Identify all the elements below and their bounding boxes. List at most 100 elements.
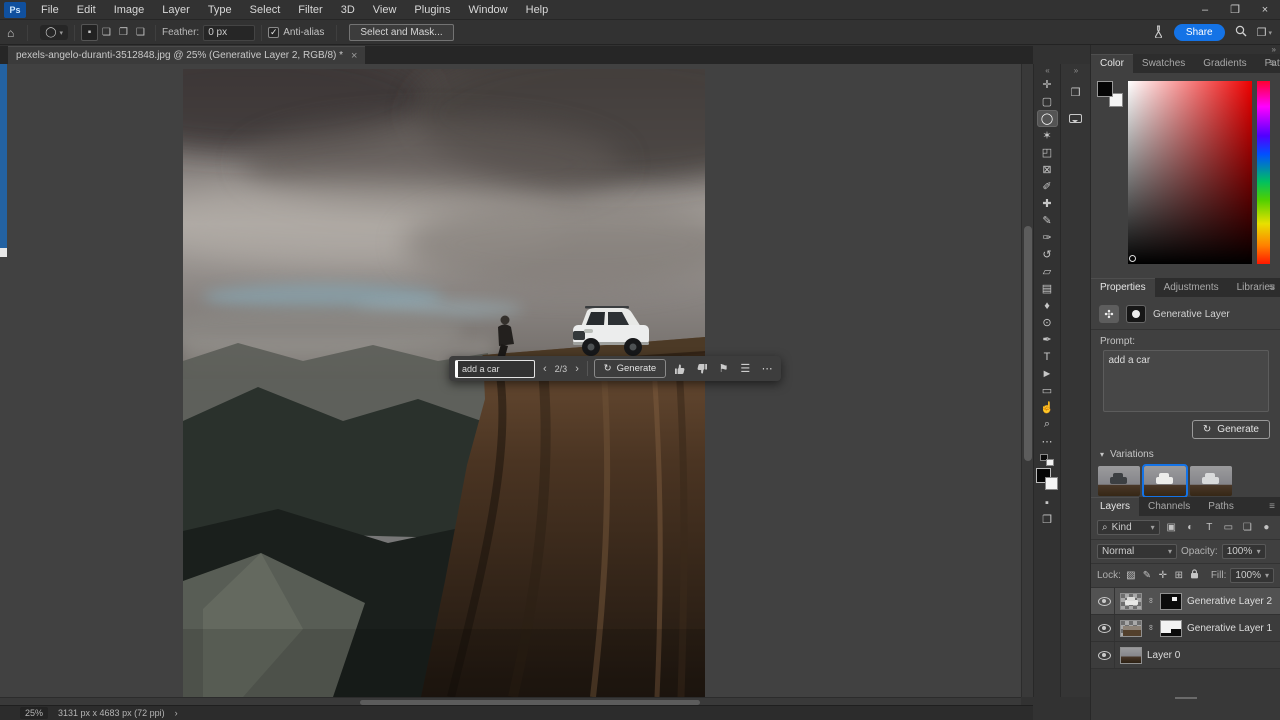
menu-select[interactable]: Select <box>241 0 290 20</box>
minimize-button[interactable]: – <box>1190 0 1220 20</box>
anti-alias-checkbox[interactable]: ✓ <box>268 27 280 38</box>
layer-thumbnail[interactable] <box>1120 619 1142 637</box>
variation-3[interactable] <box>1190 466 1232 496</box>
settings-sliders-icon[interactable]: ☰ <box>737 362 753 375</box>
next-variation-button[interactable]: › <box>573 363 581 375</box>
panel-menu-icon[interactable]: ≡ <box>1269 282 1275 293</box>
tab-properties[interactable]: Properties <box>1091 278 1155 297</box>
layer-mask-thumbnail[interactable] <box>1160 592 1182 610</box>
tab-adjustments[interactable]: Adjustments <box>1155 279 1228 297</box>
workspace-switcher[interactable]: ❐ ▾ <box>1257 26 1272 39</box>
comments-panel-icon[interactable] <box>1065 108 1087 128</box>
generate-button[interactable]: ↻ Generate <box>593 359 667 378</box>
status-chevron-icon[interactable]: › <box>175 708 178 718</box>
gen-prompt-input[interactable] <box>455 359 535 378</box>
quick-mask-button[interactable]: ▪ <box>1037 494 1058 511</box>
eraser-tool[interactable]: ▱ <box>1037 263 1058 280</box>
document-tab[interactable]: pexels-angelo-duranti-3512848.jpg @ 25% … <box>8 46 366 64</box>
thumbs-up-icon[interactable] <box>672 363 688 375</box>
layer-mask-thumbnail[interactable] <box>1160 619 1182 637</box>
menu-filter[interactable]: Filter <box>289 0 331 20</box>
tab-patterns[interactable]: Patterns <box>1256 55 1280 73</box>
filter-smart-objects-icon[interactable]: ❏ <box>1240 522 1255 533</box>
visibility-toggle[interactable] <box>1095 588 1115 614</box>
menu-type[interactable]: Type <box>199 0 241 20</box>
default-colors-icon[interactable] <box>1040 454 1054 466</box>
select-and-mask-button[interactable]: Select and Mask... <box>349 24 454 41</box>
share-button[interactable]: Share <box>1173 24 1225 41</box>
hand-tool[interactable]: ☝ <box>1037 399 1058 416</box>
layer-row-generative-layer-1[interactable]: ∞ Generative Layer 1 <box>1091 615 1280 642</box>
scrollbar-thumb[interactable] <box>1024 226 1032 461</box>
rectangle-tool[interactable]: ▭ <box>1037 382 1058 399</box>
generate-button-panel[interactable]: ↻ Generate <box>1191 420 1270 439</box>
zoom-tool[interactable]: ⌕ <box>1037 416 1058 433</box>
close-button[interactable]: × <box>1250 0 1280 20</box>
history-panel-icon[interactable]: ❒ <box>1065 82 1087 102</box>
tab-layers[interactable]: Layers <box>1091 497 1140 516</box>
eyedropper-tool[interactable]: ✐ <box>1037 178 1058 195</box>
active-tool-preview[interactable]: ◯ ▾ <box>40 25 68 40</box>
lock-all-icon[interactable] <box>1189 569 1201 582</box>
marquee-tool[interactable]: ▢ <box>1037 93 1058 110</box>
variations-header[interactable]: ▾ Variations <box>1091 439 1280 466</box>
foreground-background-swatches[interactable] <box>1036 468 1058 490</box>
hue-slider[interactable] <box>1257 81 1270 264</box>
tab-color[interactable]: Color <box>1091 54 1133 73</box>
variation-1[interactable] <box>1098 466 1140 496</box>
pen-tool[interactable]: ✒ <box>1037 331 1058 348</box>
lock-pixels-icon[interactable]: ✎ <box>1141 570 1153 581</box>
close-tab-icon[interactable]: × <box>351 50 357 62</box>
layer-thumbnail[interactable] <box>1120 592 1142 610</box>
kind-filter-dropdown[interactable]: ⌕ Kind ▾ <box>1097 520 1160 535</box>
selection-mode-new[interactable]: ▪ <box>80 24 98 41</box>
lock-transparency-icon[interactable]: ▨ <box>1125 570 1137 581</box>
filter-shape-layers-icon[interactable]: ▭ <box>1221 522 1236 533</box>
restore-button[interactable]: ❐ <box>1220 0 1250 20</box>
beaker-icon[interactable] <box>1153 24 1164 41</box>
tab-channels[interactable]: Channels <box>1139 498 1199 516</box>
more-options-icon[interactable]: ⋯ <box>759 362 775 375</box>
menu-edit[interactable]: Edit <box>68 0 105 20</box>
menu-help[interactable]: Help <box>517 0 558 20</box>
color-cursor[interactable] <box>1129 255 1136 262</box>
collapse-panels-icon[interactable]: » <box>1074 66 1079 76</box>
collapse-dock-icon[interactable]: » <box>1272 45 1276 54</box>
tab-swatches[interactable]: Swatches <box>1133 55 1194 73</box>
edit-toolbar-icon[interactable]: ⋯ <box>1037 433 1058 450</box>
frame-tool[interactable]: ⊠ <box>1037 161 1058 178</box>
path-select-tool[interactable]: ► <box>1037 365 1058 382</box>
layer-row-layer-0[interactable]: Layer 0 <box>1091 642 1280 669</box>
panel-menu-icon[interactable]: ≡ <box>1269 58 1275 69</box>
screen-mode-button[interactable]: ❐ <box>1037 511 1058 528</box>
layer-row-generative-layer-2[interactable]: ∞ Generative Layer 2 <box>1091 588 1280 615</box>
previous-variation-button[interactable]: ‹ <box>541 363 549 375</box>
color-swatches-fg-bg[interactable] <box>1097 81 1123 107</box>
thumbs-down-icon[interactable] <box>694 363 710 375</box>
healing-brush-tool[interactable]: ✚ <box>1037 195 1058 212</box>
crop-tool[interactable]: ◰ <box>1037 144 1058 161</box>
selection-mode-subtract[interactable]: ❐ <box>115 24 132 41</box>
tab-gradients[interactable]: Gradients <box>1194 55 1255 73</box>
lock-position-icon[interactable]: ✛ <box>1157 570 1169 581</box>
filter-pixel-layers-icon[interactable]: ▣ <box>1164 522 1179 533</box>
menu-layer[interactable]: Layer <box>153 0 199 20</box>
canvas-vertical-scrollbar[interactable] <box>1021 64 1033 697</box>
menu-view[interactable]: View <box>364 0 406 20</box>
selection-mode-intersect[interactable]: ❑ <box>132 24 149 41</box>
lasso-tool[interactable]: ◯ <box>1036 110 1058 127</box>
visibility-toggle[interactable] <box>1095 615 1115 641</box>
filter-type-layers-icon[interactable]: T <box>1202 522 1217 533</box>
layers-scroll-grip[interactable] <box>1174 697 1197 699</box>
layer-thumbnail[interactable] <box>1120 646 1142 664</box>
lock-artboard-icon[interactable]: ⊞ <box>1173 570 1185 581</box>
panel-menu-icon[interactable]: ≡ <box>1269 501 1275 512</box>
menu-file[interactable]: File <box>32 0 68 20</box>
opacity-dropdown[interactable]: 100% ▾ <box>1221 544 1266 559</box>
menu-plugins[interactable]: Plugins <box>405 0 459 20</box>
variation-2-selected[interactable] <box>1142 464 1188 498</box>
clone-stamp-tool[interactable]: ✑ <box>1037 229 1058 246</box>
dodge-tool[interactable]: ⊙ <box>1037 314 1058 331</box>
zoom-level[interactable]: 25% <box>20 707 49 719</box>
prompt-textarea[interactable]: add a car <box>1102 350 1269 412</box>
